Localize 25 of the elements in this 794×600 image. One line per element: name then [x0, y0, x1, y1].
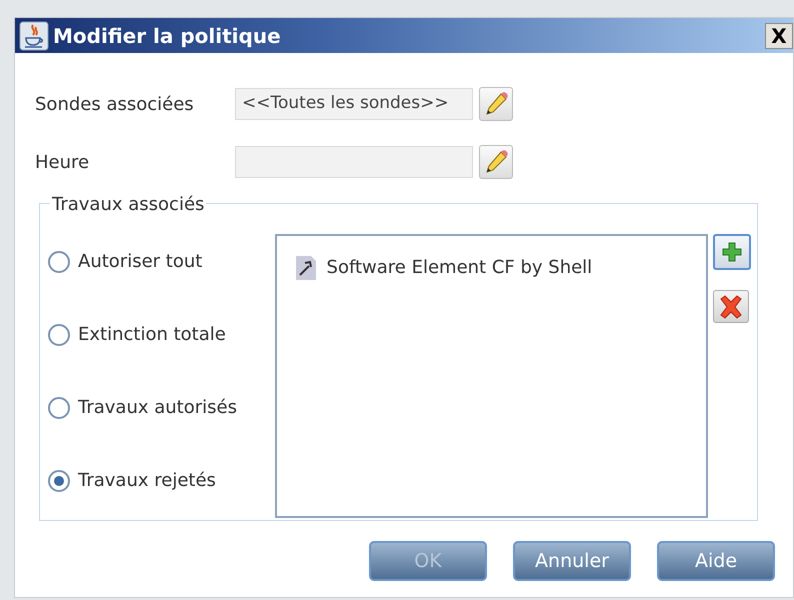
close-button[interactable]: X — [765, 22, 793, 48]
hammer-icon — [294, 254, 317, 280]
radio-label: Travaux rejetés — [78, 469, 216, 493]
field-label: Heure — [35, 150, 90, 174]
radio-label: Travaux autorisés — [78, 396, 237, 420]
text-field[interactable]: <<Toutes les sondes>> — [235, 88, 473, 120]
radio-button[interactable] — [48, 396, 70, 418]
plus-icon — [721, 241, 743, 263]
text-field[interactable] — [235, 146, 473, 178]
close-icon — [718, 294, 744, 318]
field-label: Sondes associées — [35, 92, 195, 116]
add-button[interactable] — [713, 234, 751, 270]
edit-button[interactable] — [479, 87, 513, 121]
pencil-icon — [483, 149, 509, 175]
cup-icon — [19, 20, 49, 50]
radio-label: Autoriser tout — [78, 250, 202, 274]
radio-button[interactable] — [48, 250, 70, 272]
edit-button[interactable] — [479, 145, 513, 179]
list-item[interactable]: Software Element CF by Shell — [326, 254, 592, 281]
window-title: Modifier la politique — [53, 22, 281, 50]
pencil-icon — [483, 91, 509, 117]
radio-label: Extinction totale — [78, 323, 226, 347]
delete-button[interactable] — [713, 290, 749, 323]
radio-button[interactable] — [48, 324, 70, 346]
radio-button[interactable] — [48, 470, 70, 492]
